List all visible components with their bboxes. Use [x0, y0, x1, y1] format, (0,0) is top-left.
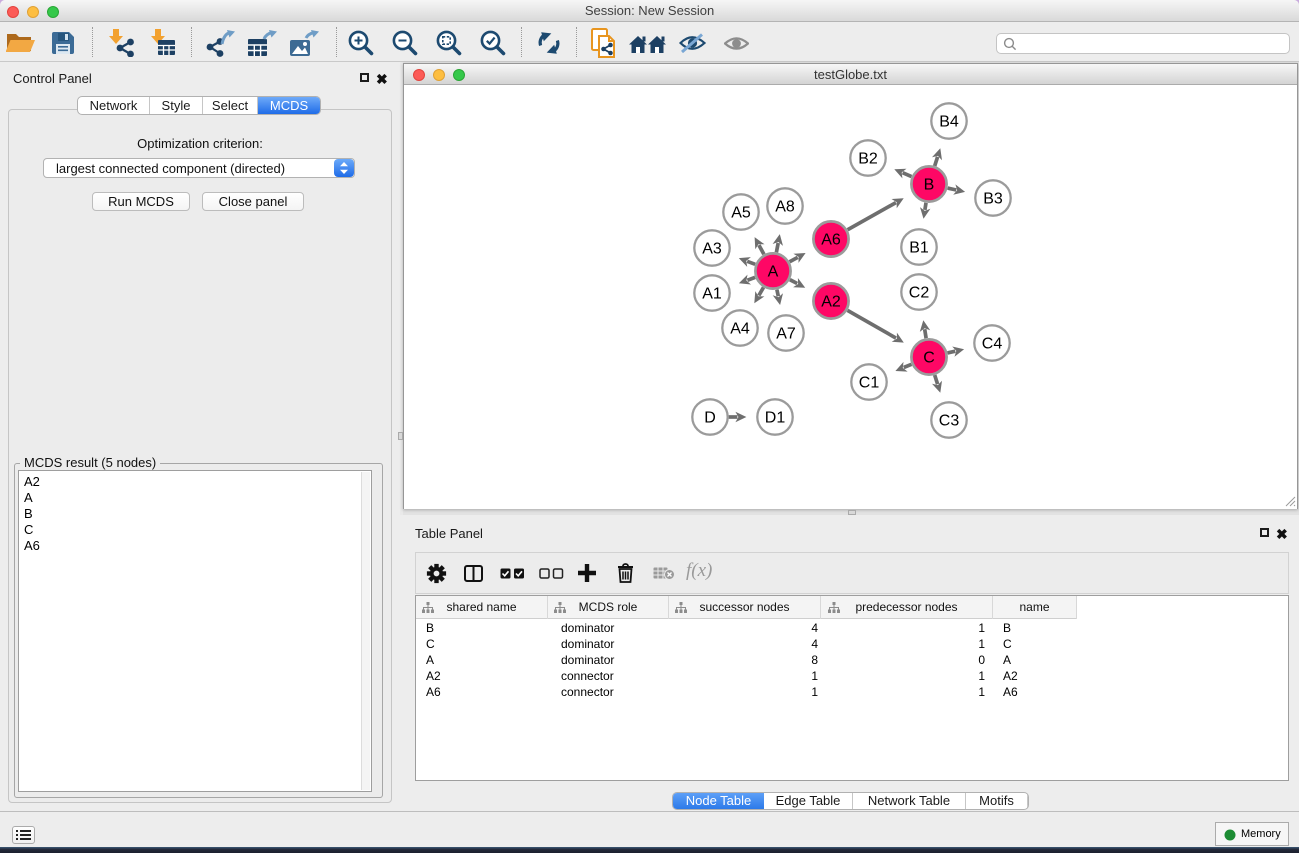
svg-text:C4: C4	[982, 336, 1003, 353]
svg-text:B: B	[924, 177, 935, 194]
svg-text:D: D	[704, 410, 716, 427]
svg-text:A2: A2	[821, 294, 841, 311]
svg-text:C: C	[923, 350, 935, 367]
svg-text:A3: A3	[702, 241, 722, 258]
svg-text:A: A	[768, 264, 779, 281]
svg-text:B4: B4	[939, 114, 959, 131]
svg-text:C2: C2	[909, 285, 930, 302]
svg-text:A6: A6	[821, 232, 841, 249]
svg-text:A5: A5	[731, 205, 751, 222]
svg-text:A4: A4	[730, 321, 750, 338]
svg-text:B1: B1	[909, 240, 929, 257]
svg-text:A7: A7	[776, 326, 796, 343]
svg-text:C1: C1	[859, 375, 880, 392]
svg-text:A1: A1	[702, 286, 722, 303]
svg-text:D1: D1	[765, 410, 786, 427]
svg-text:A8: A8	[775, 199, 795, 216]
svg-text:B3: B3	[983, 191, 1003, 208]
svg-text:C3: C3	[939, 413, 960, 430]
svg-text:B2: B2	[858, 151, 878, 168]
